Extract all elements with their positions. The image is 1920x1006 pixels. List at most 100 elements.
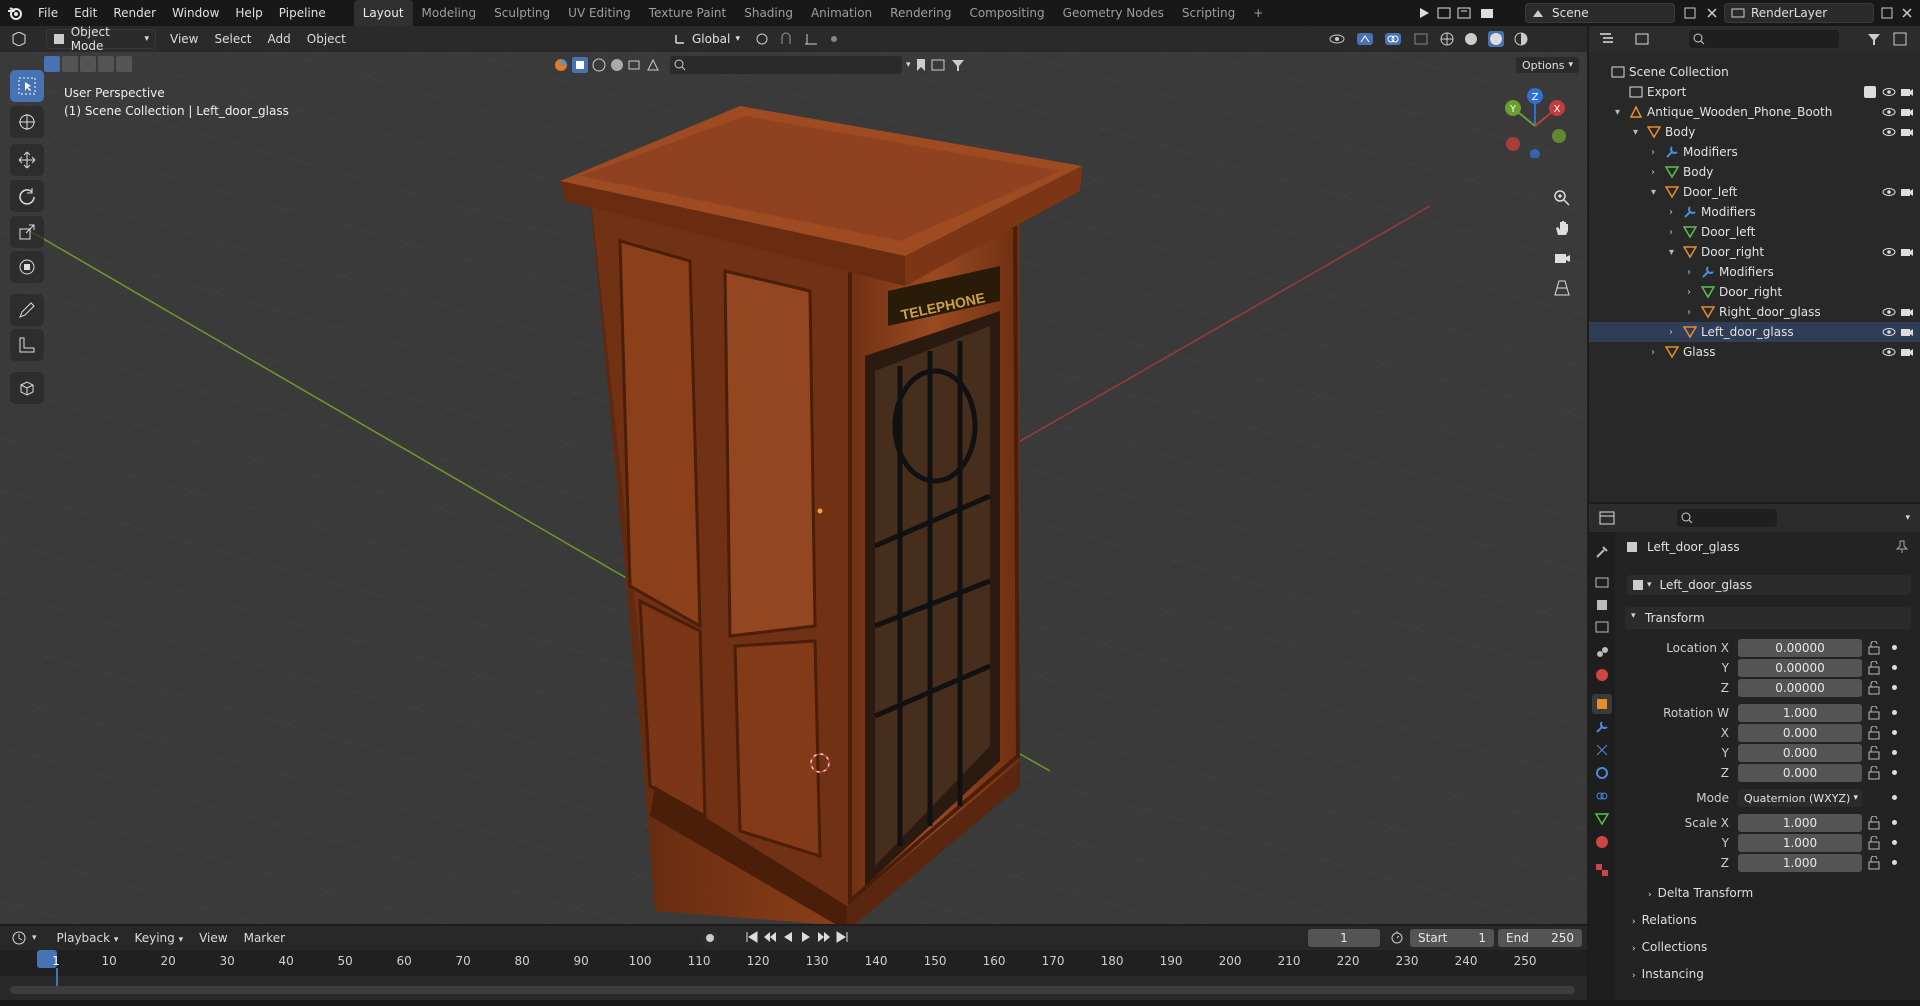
options-button[interactable]: Options ▾ <box>1515 56 1580 74</box>
solid-shading-icon[interactable] <box>1464 32 1478 46</box>
lock-icon[interactable] <box>1868 816 1880 830</box>
rotation-z-field[interactable]: 0.000 <box>1738 764 1862 782</box>
tab-animation[interactable]: Animation <box>802 0 881 26</box>
transform-tool[interactable] <box>10 251 44 283</box>
menu-pipeline[interactable]: Pipeline <box>271 0 334 26</box>
rotation-w-field[interactable]: 1.000 <box>1738 704 1862 722</box>
lock-icon[interactable] <box>1868 661 1880 675</box>
disclosure-chevron-icon[interactable]: › <box>1651 347 1655 358</box>
outliner-row[interactable]: Scene Collection <box>1589 62 1920 82</box>
menu-playback[interactable]: Playback ▾ <box>49 931 127 945</box>
eye-visibility-icon[interactable] <box>1882 125 1896 139</box>
scale-tool[interactable] <box>10 216 44 248</box>
menu-edit[interactable]: Edit <box>66 0 105 26</box>
tab-layout[interactable]: Layout <box>353 0 413 26</box>
other-filter-icon[interactable] <box>646 58 660 72</box>
mesh-filter-icon[interactable] <box>592 58 606 72</box>
tab-modeling[interactable]: Modeling <box>413 0 486 26</box>
menu-window[interactable]: Window <box>164 0 227 26</box>
camera-render-icon[interactable] <box>1900 185 1914 199</box>
end-frame-field[interactable]: End 250 <box>1498 929 1582 947</box>
timeline-scrollbar[interactable] <box>10 986 1575 994</box>
orientation-selector[interactable]: Global ▾ <box>668 29 746 49</box>
constraints-tab-icon[interactable] <box>1592 786 1612 806</box>
overlay-icon[interactable] <box>1384 32 1402 46</box>
data-tab-icon[interactable] <box>1592 809 1612 829</box>
jump-start-icon[interactable] <box>745 930 759 944</box>
next-keyframe-icon[interactable] <box>817 930 831 944</box>
keyframe-dot-icon[interactable] <box>1892 820 1897 825</box>
rotation-y-field[interactable]: 0.000 <box>1738 744 1862 762</box>
object-tab-icon[interactable] <box>1592 694 1612 714</box>
world-tab-icon[interactable] <box>1592 665 1612 685</box>
lock-icon[interactable] <box>1868 681 1880 695</box>
viewport-search-input[interactable] <box>670 56 902 74</box>
eye-visibility-icon[interactable] <box>1882 105 1896 119</box>
proportional-edit-icon[interactable] <box>827 32 843 46</box>
lock-icon[interactable] <box>1868 641 1880 655</box>
menu-object[interactable]: Object <box>299 32 354 46</box>
menu-marker[interactable]: Marker <box>236 931 293 945</box>
annotate-tool[interactable] <box>10 294 44 326</box>
delta-transform-subpanel[interactable]: › Delta Transform <box>1648 886 1753 900</box>
camera-render-icon[interactable] <box>1900 325 1914 339</box>
outliner-row[interactable]: › Door_left <box>1589 222 1920 242</box>
menu-view[interactable]: View <box>191 931 235 945</box>
disclosure-chevron-icon[interactable]: › <box>1669 207 1673 218</box>
select-extend-icon[interactable] <box>62 56 78 72</box>
outliner-row[interactable]: › Modifiers <box>1589 142 1920 162</box>
measure-tool[interactable] <box>10 329 44 361</box>
select-invert-icon[interactable] <box>98 56 114 72</box>
location-x-field[interactable]: 0.00000 <box>1738 639 1862 657</box>
exclude-checkbox[interactable] <box>1864 86 1876 98</box>
transform-panel-header[interactable]: ▾ Transform <box>1625 607 1911 629</box>
start-frame-field[interactable]: Start 1 <box>1410 929 1494 947</box>
tab-rendering[interactable]: Rendering <box>881 0 960 26</box>
tab-scripting[interactable]: Scripting <box>1173 0 1244 26</box>
render-layer-selector[interactable]: RenderLayer <box>1724 3 1874 23</box>
output-tab-icon[interactable] <box>1592 595 1612 615</box>
tab-compositing[interactable]: Compositing <box>960 0 1053 26</box>
texture-tab-icon[interactable] <box>1592 860 1612 880</box>
scale-x-field[interactable]: 1.000 <box>1738 814 1862 832</box>
lock-icon[interactable] <box>1868 726 1880 740</box>
tab-texture-paint[interactable]: Texture Paint <box>640 0 735 26</box>
record-button[interactable] <box>702 930 718 946</box>
rotate-tool[interactable] <box>10 180 44 212</box>
disclosure-chevron-icon[interactable]: ▾ <box>1669 247 1674 258</box>
instancing-panel[interactable]: › Instancing <box>1632 967 1704 981</box>
location-z-field[interactable]: 0.00000 <box>1738 679 1862 697</box>
visibility-icon[interactable] <box>1328 32 1346 46</box>
view-layer-tab-icon[interactable] <box>1592 618 1612 638</box>
snap-target-icon[interactable] <box>803 32 819 46</box>
disclosure-chevron-icon[interactable]: ▾ <box>1633 127 1638 138</box>
select-new-icon[interactable] <box>44 56 60 72</box>
lock-icon[interactable] <box>1868 706 1880 720</box>
select-box-tool[interactable] <box>10 70 44 102</box>
new-collection-icon[interactable] <box>1893 32 1907 46</box>
outliner-row[interactable]: ▾ Door_left <box>1589 182 1920 202</box>
display-mode-icon[interactable] <box>1635 32 1653 46</box>
disclosure-chevron-icon[interactable]: › <box>1669 227 1673 238</box>
outliner-row[interactable]: › Body <box>1589 162 1920 182</box>
mode-selector[interactable]: Object Mode ▾ <box>46 26 156 53</box>
bookmark-icon[interactable] <box>915 58 927 72</box>
play-reverse-icon[interactable] <box>781 930 795 944</box>
outliner-row[interactable]: › Left_door_glass <box>1589 322 1920 342</box>
tool-tab-icon[interactable] <box>1592 542 1612 562</box>
keyframe-dot-icon[interactable] <box>1892 730 1897 735</box>
keyframe-dot-icon[interactable] <box>1892 860 1897 865</box>
rotation-mode-select[interactable]: Quaternion (WXYZ) ▾ <box>1738 789 1862 807</box>
render-tab-icon[interactable] <box>1592 572 1612 592</box>
delete-layer-icon[interactable] <box>1898 3 1916 23</box>
outliner-row[interactable]: › Glass <box>1589 342 1920 362</box>
scale-z-field[interactable]: 1.000 <box>1738 854 1862 872</box>
prev-keyframe-icon[interactable] <box>763 930 777 944</box>
tab-shading[interactable]: Shading <box>735 0 802 26</box>
particles-tab-icon[interactable] <box>1592 740 1612 760</box>
menu-help[interactable]: Help <box>227 0 270 26</box>
filter-icon[interactable] <box>951 58 965 72</box>
rotation-x-field[interactable]: 0.000 <box>1738 724 1862 742</box>
disclosure-chevron-icon[interactable]: ▾ <box>1651 187 1656 198</box>
menu-file[interactable]: File <box>30 0 66 26</box>
